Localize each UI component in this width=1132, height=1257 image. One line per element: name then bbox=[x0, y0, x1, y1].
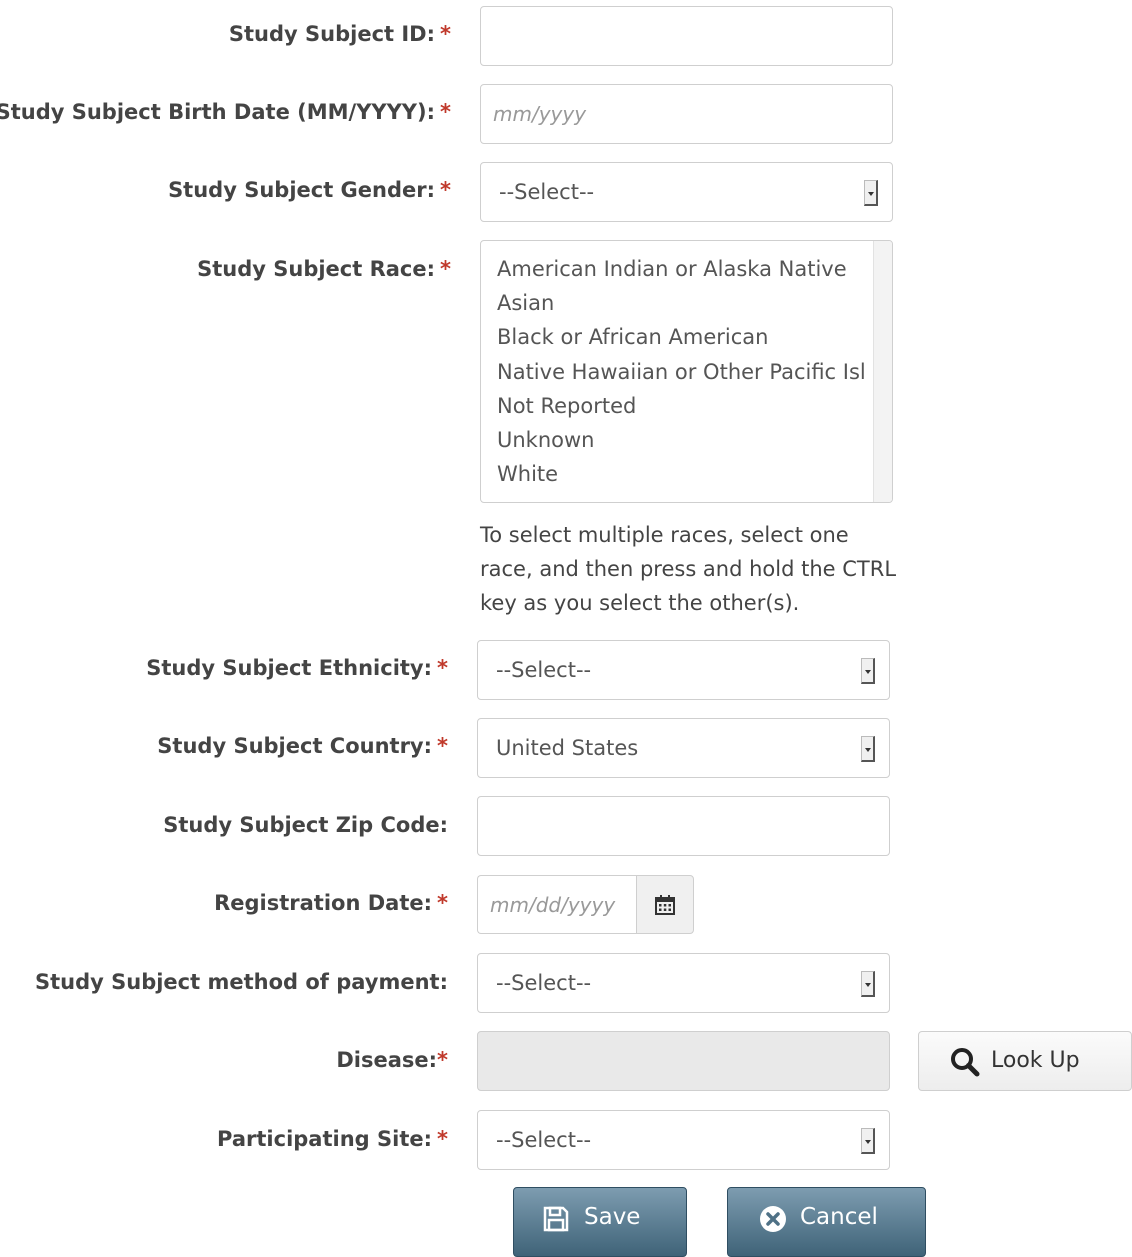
race-option[interactable]: White bbox=[497, 462, 558, 486]
race-option[interactable]: Asian bbox=[497, 291, 554, 315]
payment-select[interactable]: --Select-- bbox=[477, 953, 890, 1013]
payment-selected-value: --Select-- bbox=[496, 971, 592, 995]
required-mark: * bbox=[437, 734, 448, 758]
birth-date-input[interactable]: mm/yyyy bbox=[480, 84, 893, 144]
chevron-down-icon bbox=[864, 180, 878, 206]
birth-date-label: Study Subject Birth Date (MM/YYYY): * bbox=[0, 100, 451, 124]
ethnicity-label: Study Subject Ethnicity: * bbox=[146, 656, 448, 680]
chevron-down-icon bbox=[861, 1128, 875, 1154]
calendar-button[interactable] bbox=[636, 875, 694, 934]
gender-selected-value: --Select-- bbox=[499, 180, 595, 204]
required-mark: * bbox=[437, 656, 448, 680]
save-icon bbox=[543, 1206, 569, 1232]
registration-date-label: Registration Date: * bbox=[214, 891, 448, 915]
save-button[interactable]: Save bbox=[513, 1187, 687, 1257]
race-help-text: To select multiple races, select one rac… bbox=[480, 523, 897, 615]
chevron-down-icon bbox=[861, 971, 875, 997]
race-scrollbar[interactable] bbox=[873, 241, 892, 502]
save-label: Save bbox=[584, 1204, 641, 1230]
required-mark: * bbox=[437, 891, 448, 915]
gender-select[interactable]: --Select-- bbox=[480, 162, 893, 222]
required-mark: * bbox=[437, 1127, 448, 1151]
cancel-icon bbox=[760, 1206, 786, 1232]
race-option[interactable]: Native Hawaiian or Other Pacific Isl bbox=[497, 360, 866, 384]
chevron-down-icon bbox=[861, 736, 875, 762]
ethnicity-selected-value: --Select-- bbox=[496, 658, 592, 682]
site-label: Participating Site: * bbox=[217, 1127, 448, 1151]
country-label: Study Subject Country: * bbox=[157, 734, 448, 758]
required-mark: * bbox=[440, 257, 451, 281]
disease-input bbox=[477, 1031, 890, 1091]
gender-label: Study Subject Gender: * bbox=[168, 178, 451, 202]
disease-label: Disease:* bbox=[336, 1048, 448, 1072]
subject-id-label: Study Subject ID: * bbox=[228, 22, 451, 46]
race-listbox[interactable]: American Indian or Alaska Native Asian B… bbox=[480, 240, 893, 503]
zip-input[interactable] bbox=[477, 796, 890, 856]
race-option[interactable]: Unknown bbox=[497, 428, 594, 452]
site-selected-value: --Select-- bbox=[496, 1128, 592, 1152]
search-icon bbox=[951, 1048, 980, 1077]
look-up-button[interactable]: Look Up bbox=[918, 1031, 1132, 1091]
country-selected-value: United States bbox=[496, 736, 639, 760]
race-option[interactable]: Black or African American bbox=[497, 325, 768, 349]
required-mark: * bbox=[440, 100, 451, 124]
country-select[interactable]: United States bbox=[477, 718, 890, 778]
calendar-icon bbox=[655, 895, 675, 915]
race-option[interactable]: American Indian or Alaska Native bbox=[497, 257, 847, 281]
payment-label: Study Subject method of payment: bbox=[34, 970, 448, 994]
required-mark: * bbox=[440, 178, 451, 202]
ethnicity-select[interactable]: --Select-- bbox=[477, 640, 890, 700]
cancel-label: Cancel bbox=[800, 1204, 878, 1230]
site-select[interactable]: --Select-- bbox=[477, 1110, 890, 1170]
cancel-button[interactable]: Cancel bbox=[727, 1187, 926, 1257]
look-up-label: Look Up bbox=[991, 1048, 1080, 1073]
subject-id-input[interactable] bbox=[480, 6, 893, 66]
registration-date-input[interactable]: mm/dd/yyyy bbox=[477, 875, 637, 934]
race-label: Study Subject Race: * bbox=[197, 257, 451, 281]
birth-date-placeholder: mm/yyyy bbox=[493, 102, 587, 126]
required-mark: * bbox=[437, 1048, 448, 1072]
required-mark: * bbox=[440, 22, 451, 46]
chevron-down-icon bbox=[861, 658, 875, 684]
race-option[interactable]: Not Reported bbox=[497, 394, 636, 418]
zip-label: Study Subject Zip Code: bbox=[163, 813, 448, 837]
registration-date-placeholder: mm/dd/yyyy bbox=[490, 893, 616, 917]
